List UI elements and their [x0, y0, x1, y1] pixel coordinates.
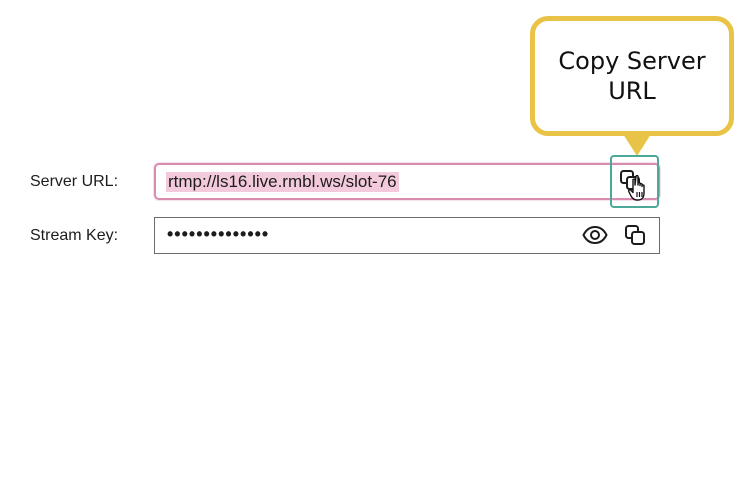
copy-icon [620, 170, 640, 190]
server-url-field[interactable]: rtmp://ls16.live.rmbl.ws/slot-76 [154, 163, 660, 200]
copy-server-url-callout: Copy Server URL [530, 16, 734, 136]
copy-stream-key-button[interactable] [622, 222, 648, 248]
stream-key-value[interactable]: •••••••••••••• [167, 224, 269, 245]
stream-settings-panel: Copy Server URL Server URL: rtmp://ls16.… [0, 0, 756, 500]
copy-server-url-button[interactable] [617, 167, 643, 193]
reveal-stream-key-button[interactable] [582, 222, 608, 248]
server-url-value[interactable]: rtmp://ls16.live.rmbl.ws/slot-76 [166, 172, 399, 192]
stream-key-label: Stream Key: [30, 227, 119, 244]
server-url-label: Server URL: [30, 173, 119, 190]
callout-pointer [623, 134, 651, 156]
eye-icon [582, 226, 608, 244]
copy-icon [625, 225, 645, 245]
callout-text: Copy Server URL [558, 47, 706, 105]
